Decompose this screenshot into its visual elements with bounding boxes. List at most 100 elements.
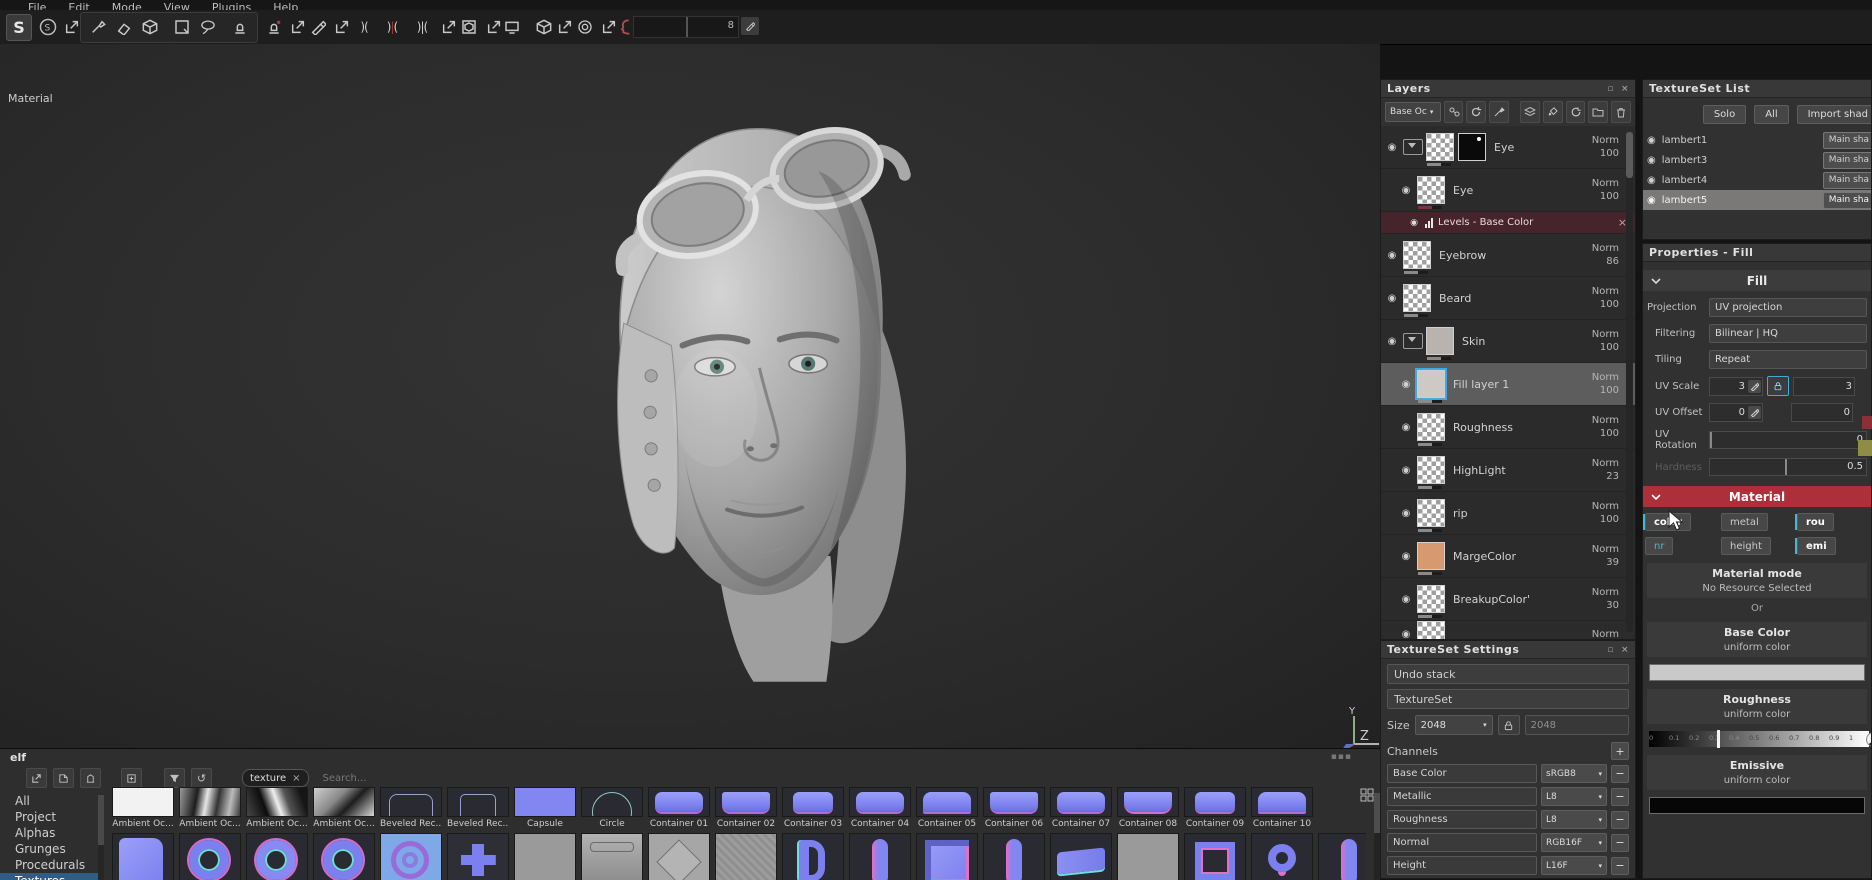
textureset-visibility-dot[interactable]: ◉ [1647,135,1656,146]
shelf-item[interactable]: Container 02 [715,787,777,829]
remove-channel-button[interactable]: − [1611,764,1629,783]
shelf-item-thumbnail[interactable] [514,833,576,880]
shelf-item[interactable] [1251,833,1313,880]
channel-toggle-nr[interactable]: nr [1645,537,1674,555]
roughness-slider[interactable]: 0 0.1 0.2 0.3 0.4 0.5 0.6 0.7 0.8 0.9 1 [1649,730,1871,748]
layer-visibility-dot[interactable]: ◉ [1395,594,1417,605]
shelf-item[interactable] [112,833,174,880]
all-button[interactable]: All [1754,105,1789,124]
shelf-item-thumbnail[interactable] [983,833,1045,880]
property-spinbox[interactable]: 0 [1709,403,1763,422]
layer-row[interactable]: ◉ Fill layer 1 Norm 100 [1381,363,1635,406]
channel-format-dropdown[interactable]: sRGB8 ▾ [1541,764,1607,783]
material-stamp-tool-icon[interactable] [262,14,286,39]
radial-symmetry-icon[interactable]: )|( [380,14,404,39]
menu-item-help[interactable]: Help [273,1,298,10]
material-picker-icon[interactable] [306,14,330,39]
layer-thumbnail[interactable] [1417,585,1445,618]
layer-visibility-dot[interactable]: ◉ [1381,142,1403,153]
detach-icon[interactable] [60,14,84,39]
property-dropdown[interactable]: Bilinear | HQ [1709,324,1867,343]
shelf-item-thumbnail[interactable] [1117,787,1179,817]
add-smart-material-icon[interactable] [1466,101,1487,123]
open-shelf-folder-icon[interactable] [121,768,142,788]
property-dropdown[interactable]: Repeat [1709,350,1867,369]
roughness-block[interactable]: Roughness uniform color [1647,689,1867,724]
menu-item-view[interactable]: View [164,1,190,10]
add-folder-icon[interactable] [1588,101,1609,123]
menu-item-edit[interactable]: Edit [68,1,89,10]
channel-toggle-rou[interactable]: rou [1795,513,1834,531]
channel-name-input[interactable]: Height [1387,856,1537,875]
flow-slider-handle[interactable] [686,17,688,37]
uv-link-lock-icon[interactable] [1767,376,1789,396]
shelf-item[interactable]: Container 10 [1251,787,1313,829]
shelf-item[interactable]: Container 01 [648,787,710,829]
add-adjustment-icon[interactable] [1565,101,1586,123]
paint-brush-tool-icon[interactable] [86,14,110,39]
channel-toggle-emi[interactable]: emi [1795,537,1836,555]
main-shader-button[interactable]: Main sha [1822,171,1871,189]
shelf-item[interactable]: Ambient Oc... [313,787,375,829]
shelf-item-thumbnail[interactable] [715,833,777,880]
main-shader-button[interactable]: Main sha [1822,131,1871,149]
property-spinbox-2[interactable]: 3 [1793,376,1855,396]
search-input[interactable]: Search... [315,770,367,786]
shelf-item[interactable]: Circle [581,787,643,829]
shelf-item[interactable] [1117,833,1179,880]
channel-format-dropdown[interactable]: L8 ▾ [1541,787,1607,806]
fill-section-header[interactable]: Fill [1643,270,1871,291]
flow-edit-pencil-icon[interactable] [741,17,759,35]
add-effect-icon[interactable] [1443,101,1464,123]
shelf-item[interactable] [246,833,308,880]
material-section-header[interactable]: Material [1643,486,1871,507]
channel-format-dropdown[interactable]: L16F ▾ [1541,856,1607,875]
shelf-category-all[interactable]: All [0,793,98,809]
create-resource-icon[interactable] [80,768,101,788]
blend-mode-dropdown[interactable]: Base Oc ▾ [1385,102,1441,122]
eraser-tool-icon[interactable] [112,14,136,39]
shelf-item[interactable]: Container 08 [1117,787,1179,829]
shelf-item-thumbnail[interactable] [447,833,509,880]
channel-name-input[interactable]: Normal [1387,833,1537,852]
layer-visibility-dot[interactable]: ◉ [1395,465,1417,476]
detach-icon[interactable] [330,14,354,39]
camera-view-icon[interactable] [500,14,524,39]
shelf-item[interactable] [1050,833,1112,880]
layer-row[interactable]: ◉ HighLight Norm 23 [1381,449,1635,492]
size-mirror-input[interactable]: 2048 [1524,715,1629,735]
textureset-visibility-dot[interactable]: ◉ [1647,155,1656,166]
layer-thumbnail[interactable] [1417,456,1445,489]
base-color-swatch[interactable] [1649,664,1865,681]
tss-close-icon[interactable]: × [1621,645,1629,655]
shelf-item-thumbnail[interactable] [179,833,241,880]
shelf-item-thumbnail[interactable] [380,787,442,817]
layers-scrollbar[interactable] [1626,132,1633,632]
layer-row[interactable]: ◉ rip Norm 100 [1381,492,1635,535]
size-dropdown[interactable]: 2048 ▾ [1414,715,1493,735]
textureset-row[interactable]: ◉ lambert5 Main sha [1643,190,1871,210]
layer-visibility-dot[interactable]: ◉ [1395,551,1417,562]
channel-format-dropdown[interactable]: L8 ▾ [1541,810,1607,829]
shelf-item-thumbnail[interactable] [1117,833,1179,880]
shelf-item[interactable] [313,833,375,880]
viewport-3d[interactable]: Material Y X Z S [0,44,1380,748]
shelf-item[interactable]: Container 05 [916,787,978,829]
size-lock-icon[interactable] [1497,715,1520,735]
layer-mask-thumbnail[interactable] [1458,133,1486,161]
roughness-slider-handle[interactable] [1717,730,1721,748]
layer-thumbnail[interactable] [1403,284,1431,317]
remove-tag-icon[interactable]: × [292,773,300,784]
shelf-item[interactable] [1318,833,1366,880]
property-dropdown[interactable]: UV projection [1709,298,1867,317]
shelf-item-thumbnail[interactable] [849,787,911,817]
layer-row[interactable]: ◉ MargeColor Norm 39 [1381,535,1635,578]
shelf-item-thumbnail[interactable] [1251,833,1313,880]
layers-close-icon[interactable]: × [1621,84,1629,94]
paint-layer-icon[interactable] [1489,101,1510,123]
shelf-item[interactable]: Capsule [514,787,576,829]
shelf-item-thumbnail[interactable] [313,833,375,880]
solo-button[interactable]: Solo [1702,105,1747,124]
shelf-item-thumbnail[interactable] [916,787,978,817]
property-slider[interactable]: 0.5 [1709,458,1867,476]
